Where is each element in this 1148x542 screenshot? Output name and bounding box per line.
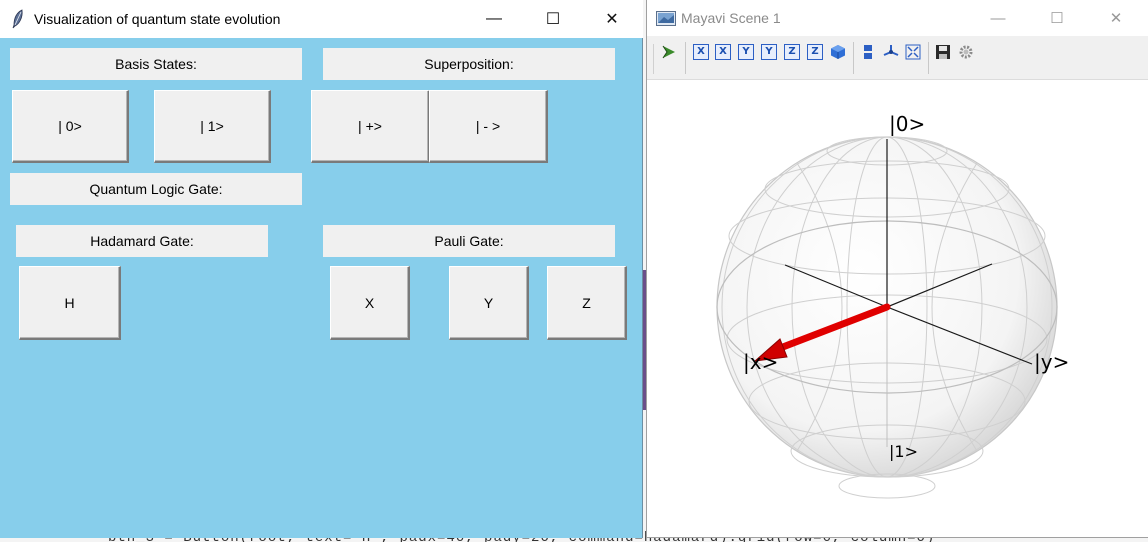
ket-minus-button[interactable]: | - > [429,90,548,163]
parallel-projection-icon[interactable] [860,44,876,60]
bloch-sphere: |0> |1> |x> |y> [716,112,1069,499]
ket-plus-button[interactable]: | +> [311,90,430,163]
isometric-view-icon[interactable] [830,44,846,60]
basis-states-label: Basis States: [10,48,302,80]
mayavi-maximize-button[interactable]: ☐ [1034,0,1080,36]
close-icon: ✕ [1109,10,1123,27]
tk-window: Visualization of quantum state evolution… [0,0,643,538]
mayavi-titlebar[interactable]: Mayavi Scene 1 — ☐ ✕ [647,0,1148,36]
full-screen-icon[interactable] [905,44,921,60]
pauli-gate-label: Pauli Gate: [323,225,615,257]
mayavi-3d-scene[interactable]: |0> |1> |x> |y> [647,81,1148,537]
close-icon: ✕ [605,11,619,28]
mayavi-window: Mayavi Scene 1 — ☐ ✕ X X Y Y Z Z |0> |1>… [646,0,1148,538]
minimize-icon: — [990,9,1006,27]
toolbar-grip [653,44,654,74]
view-x-minus-icon[interactable]: X [715,44,731,60]
minimize-icon: — [486,10,502,27]
mayavi-window-title: Mayavi Scene 1 [681,10,781,26]
pauli-x-button[interactable]: X [330,266,410,340]
view-z-plus-icon[interactable]: Z [784,44,800,60]
maximize-icon: ☐ [1050,10,1064,27]
close-button[interactable]: ✕ [589,0,635,38]
toolbar-separator [685,42,686,74]
maximize-button[interactable]: ☐ [530,0,576,38]
quantum-logic-gate-label: Quantum Logic Gate: [10,173,302,205]
mayavi-app-icon [656,11,676,26]
pauli-z-button[interactable]: Z [547,266,627,340]
label-ket-1: |1> [889,442,918,461]
label-ket-0: |0> [889,112,925,136]
mayavi-pipeline-icon[interactable] [661,44,677,60]
hadamard-gate-label: Hadamard Gate: [16,225,268,257]
minimize-button[interactable]: — [471,0,517,38]
view-z-minus-icon[interactable]: Z [807,44,823,60]
feather-icon [12,9,23,29]
mayavi-toolbar: X X Y Y Z Z [647,36,1148,80]
save-icon[interactable] [935,44,951,60]
pauli-y-button[interactable]: Y [449,266,529,340]
view-x-plus-icon[interactable]: X [693,44,709,60]
label-ket-y: |y> [1034,350,1069,374]
tk-window-title: Visualization of quantum state evolution [34,11,281,27]
label-ket-x: |x> [743,350,778,374]
superposition-label: Superposition: [323,48,615,80]
toolbar-separator [928,42,929,74]
ket-1-button[interactable]: | 1> [154,90,271,163]
settings-icon[interactable] [958,44,974,60]
hadamard-button[interactable]: H [19,266,121,340]
view-y-plus-icon[interactable]: Y [738,44,754,60]
mayavi-close-button[interactable]: ✕ [1093,0,1139,36]
toolbar-separator [853,42,854,74]
view-y-minus-icon[interactable]: Y [761,44,777,60]
mayavi-minimize-button[interactable]: — [975,0,1021,36]
toggle-axes-indicator-icon[interactable] [883,44,899,60]
maximize-icon: ☐ [545,11,561,28]
ket-0-button[interactable]: | 0> [12,90,129,163]
tk-titlebar[interactable]: Visualization of quantum state evolution… [0,0,643,38]
